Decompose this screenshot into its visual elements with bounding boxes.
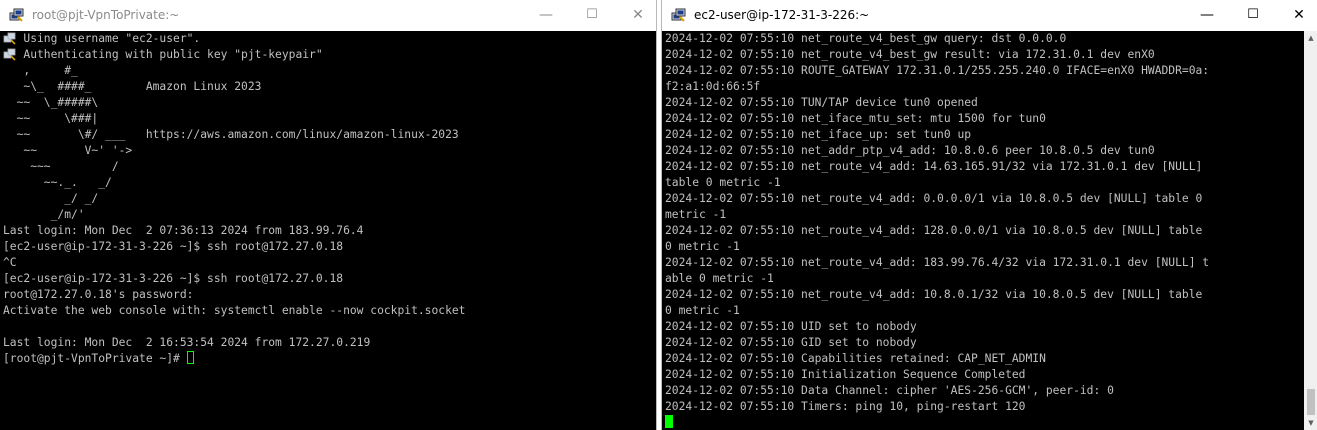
titlebar-left[interactable]: root@pjt-VpnToPrivate:~ — ☐ ✕: [0, 0, 656, 31]
terminal-window-left[interactable]: root@pjt-VpnToPrivate:~ — ☐ ✕ Using user…: [0, 0, 657, 430]
terminal-line: 2024-12-02 07:55:10 Capabilities retaine…: [665, 352, 1046, 365]
putty-icon: [9, 8, 24, 22]
terminal-line: Using username "ec2-user".: [3, 32, 201, 45]
terminal-line: 2024-12-02 07:55:10 TUN/TAP device tun0 …: [665, 96, 978, 109]
terminal-line: 2024-12-02 07:55:10 net_route_v4_best_gw…: [665, 48, 1155, 61]
titlebar-right[interactable]: ec2-user@ip-172-31-3-226:~ — ☐ ✕: [662, 0, 1317, 31]
terminal-line: , #_: [3, 64, 78, 77]
maximize-button[interactable]: ☐: [577, 5, 607, 25]
vertical-scrollbar[interactable]: ▲ ▼: [1304, 31, 1317, 430]
terminal-window-right[interactable]: ec2-user@ip-172-31-3-226:~ — ☐ ✕ 2024-12…: [661, 0, 1317, 430]
terminal-output-left[interactable]: Using username "ec2-user". Authenticatin…: [0, 31, 656, 430]
terminal-line: _/m/': [3, 208, 85, 221]
putty-icon: [671, 8, 686, 22]
prompt-line[interactable]: [root@pjt-VpnToPrivate ~]#: [3, 351, 656, 367]
terminal-line: 0 metric -1: [665, 304, 740, 317]
terminal-line: ^C: [3, 256, 17, 269]
terminal-line: 2024-12-02 07:55:10 net_iface_mtu_set: m…: [665, 112, 1046, 125]
terminal-line: table 0 metric -1: [665, 176, 781, 189]
terminal-line: ~~~ /: [3, 160, 119, 173]
terminal-line: able 0 metric -1: [665, 272, 774, 285]
close-button[interactable]: ✕: [1284, 5, 1314, 25]
scroll-down-arrow-icon[interactable]: ▼: [1304, 416, 1317, 430]
scroll-up-arrow-icon[interactable]: ▲: [1304, 31, 1317, 45]
terminal-line: [ec2-user@ip-172-31-3-226 ~]$ ssh root@1…: [3, 272, 344, 285]
terminal-line: 2024-12-02 07:55:10 net_route_v4_add: 12…: [665, 224, 1203, 237]
text-cursor: [186, 351, 194, 364]
scrollbar-thumb[interactable]: [1307, 389, 1315, 415]
putty-key-icon: [3, 48, 16, 61]
terminal-line: Last login: Mon Dec 2 16:53:54 2024 from…: [3, 336, 371, 349]
terminal-line: Activate the web console with: systemctl…: [3, 304, 466, 317]
terminal-line: ~~ V~' '->: [3, 144, 133, 157]
terminal-line: 2024-12-02 07:55:10 GID set to nobody: [665, 336, 917, 349]
prompt-line[interactable]: [665, 415, 1304, 430]
terminal-line: ~~ \#/ ___ https://aws.amazon.com/linux/…: [3, 128, 459, 141]
terminal-output-right[interactable]: 2024-12-02 07:55:10 net_route_v4_best_gw…: [662, 31, 1304, 430]
terminal-line: ~~._. _/: [3, 176, 112, 189]
terminal-line: 2024-12-02 07:55:10 Data Channel: cipher…: [665, 384, 1114, 397]
terminal-line: [ec2-user@ip-172-31-3-226 ~]$ ssh root@1…: [3, 240, 344, 253]
minimize-button[interactable]: —: [1192, 5, 1222, 25]
terminal-line: Authenticating with public key "pjt-keyp…: [3, 48, 323, 61]
terminal-line: 2024-12-02 07:55:10 UID set to nobody: [665, 320, 917, 333]
terminal-line: 2024-12-02 07:55:10 net_route_v4_add: 0.…: [665, 192, 1203, 205]
shell-prompt: [root@pjt-VpnToPrivate ~]#: [3, 352, 187, 365]
terminal-line: 2024-12-02 07:55:10 net_route_v4_add: 14…: [665, 160, 1203, 173]
window-title: root@pjt-VpnToPrivate:~: [32, 8, 180, 22]
terminal-line: ~~ \###|: [3, 112, 99, 125]
close-button[interactable]: ✕: [623, 5, 653, 25]
window-title: ec2-user@ip-172-31-3-226:~: [694, 8, 870, 22]
terminal-line: ~~ \_#####\: [3, 96, 99, 109]
terminal-line: _/ _/: [3, 192, 99, 205]
terminal-line: 0 metric -1: [665, 240, 740, 253]
terminal-line: 2024-12-02 07:55:10 net_route_v4_add: 18…: [665, 256, 1210, 269]
terminal-line: f2:a1:0d:66:5f: [665, 80, 761, 93]
terminal-line: 2024-12-02 07:55:10 net_route_v4_add: 10…: [665, 288, 1203, 301]
maximize-button[interactable]: ☐: [1238, 5, 1268, 25]
terminal-line: 2024-12-02 07:55:10 net_iface_up: set tu…: [665, 128, 972, 141]
terminal-line: metric -1: [665, 208, 727, 221]
terminal-line: 2024-12-02 07:55:10 net_addr_ptp_v4_add:…: [665, 144, 1155, 157]
terminal-line: root@172.27.0.18's password:: [3, 288, 194, 301]
terminal-line: 2024-12-02 07:55:10 Timers: ping 10, pin…: [665, 400, 1026, 413]
terminal-line: Last login: Mon Dec 2 07:36:13 2024 from…: [3, 224, 364, 237]
terminal-line: 2024-12-02 07:55:10 net_route_v4_best_gw…: [665, 32, 1067, 45]
putty-key-icon: [3, 32, 16, 45]
text-cursor: [665, 415, 673, 428]
terminal-line: ~\_ ####_ Amazon Linux 2023: [3, 80, 262, 93]
minimize-button[interactable]: —: [531, 5, 561, 25]
terminal-line: 2024-12-02 07:55:10 ROUTE_GATEWAY 172.31…: [665, 64, 1210, 77]
terminal-line: 2024-12-02 07:55:10 Initialization Seque…: [665, 368, 1026, 381]
